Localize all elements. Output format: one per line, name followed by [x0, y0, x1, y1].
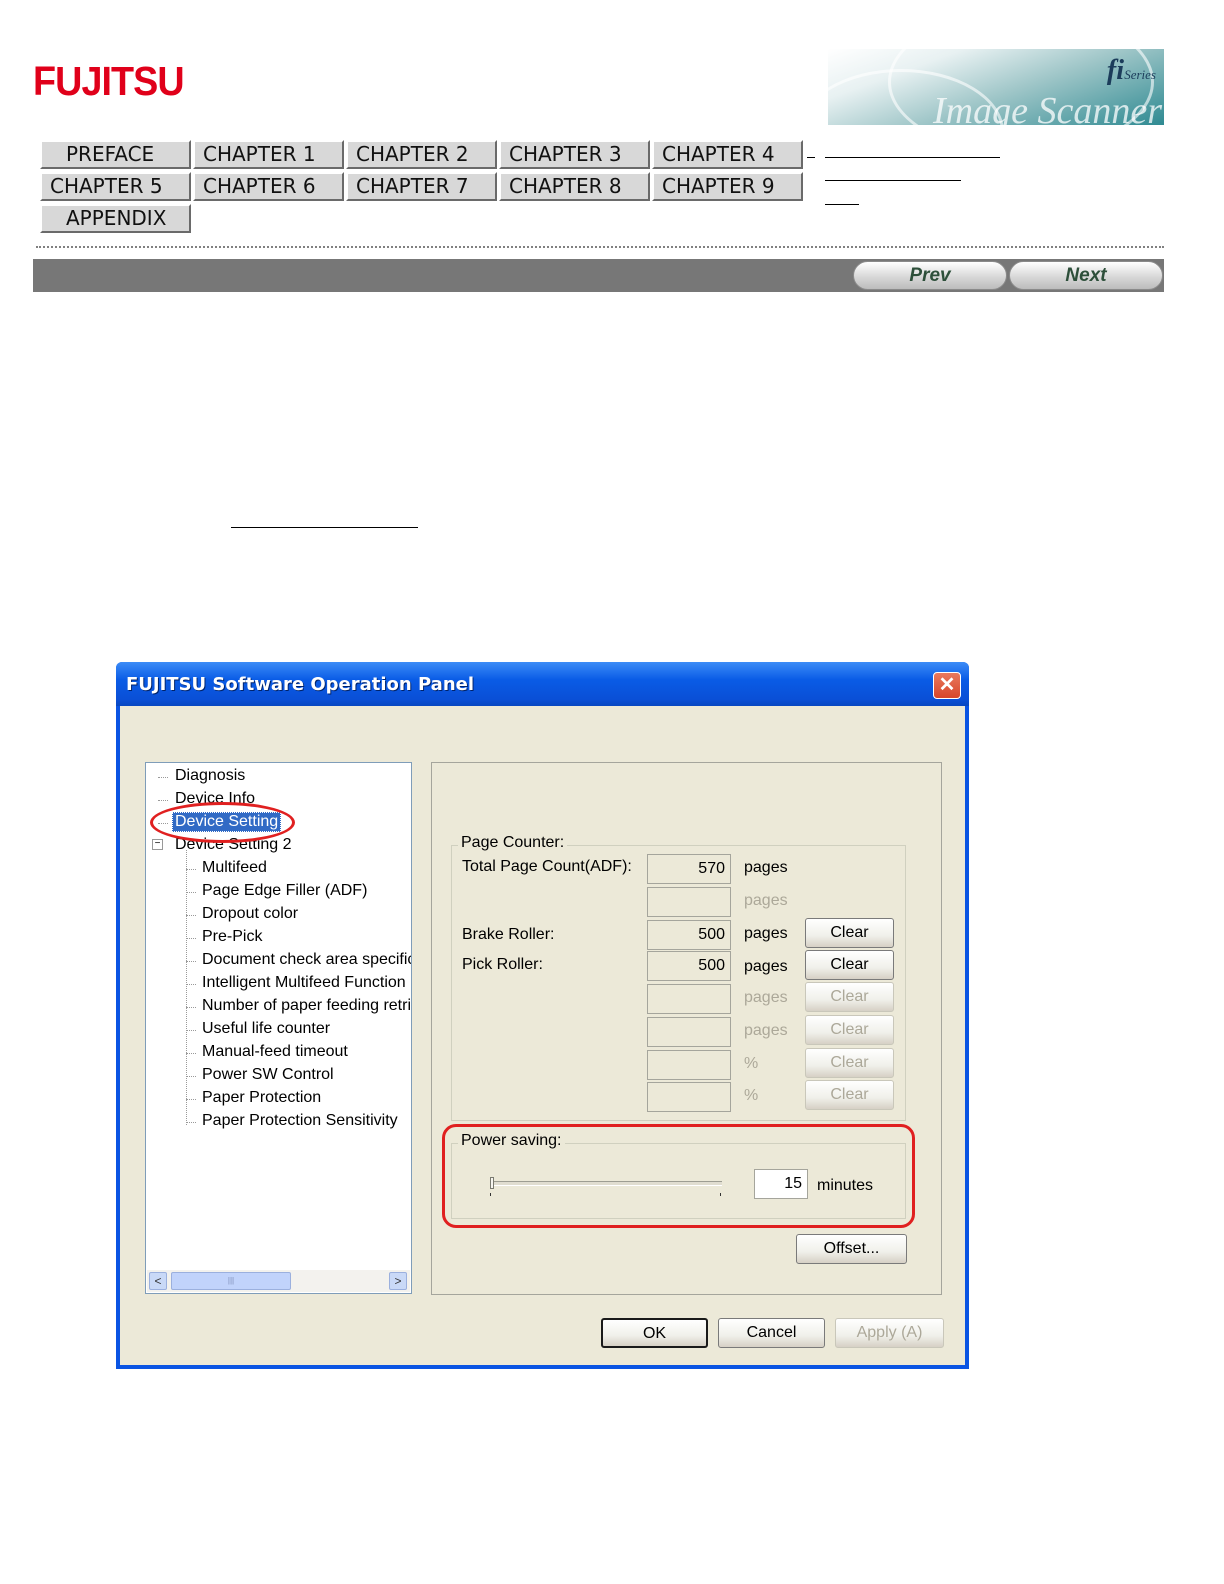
nav-chapter-5[interactable]: CHAPTER 5 — [40, 172, 191, 201]
unit-label: pages — [744, 859, 788, 876]
apply-button: Apply (A) — [835, 1318, 944, 1348]
unit-label: pages — [744, 958, 788, 975]
operation-panel-dialog: FUJITSU Software Operation Panel ✕ Diagn… — [116, 662, 969, 1369]
scroll-thumb[interactable]: ||| — [171, 1272, 291, 1290]
next-button[interactable]: Next — [1009, 261, 1163, 290]
tree-item-diagnosis[interactable]: Diagnosis — [175, 767, 245, 785]
dotted-divider — [36, 246, 1164, 248]
nav-chapter-2[interactable]: CHAPTER 2 — [346, 140, 497, 169]
ok-button[interactable]: OK — [601, 1318, 708, 1348]
nav-preface[interactable]: PREFACE — [40, 140, 191, 169]
tree-child-item[interactable]: Pre-Pick — [202, 928, 262, 946]
nav-chapter-9[interactable]: CHAPTER 9 — [652, 172, 803, 201]
fi-series-banner: fi Series Image Scanner — [828, 49, 1164, 125]
tree-child-item[interactable]: Document check area specific — [202, 951, 411, 969]
total-page-count-label: Total Page Count(ADF): — [462, 858, 632, 875]
tree-horizontal-scrollbar[interactable]: < ||| > — [147, 1270, 410, 1292]
dialog-client-area: Diagnosis Device Info Device Setting − D… — [120, 706, 965, 1365]
cancel-button[interactable]: Cancel — [718, 1318, 825, 1348]
offset-button[interactable]: Offset... — [796, 1234, 907, 1264]
close-icon[interactable]: ✕ — [933, 672, 961, 699]
unit-label: % — [744, 1087, 759, 1104]
banner-fi-mark: fi — [1106, 55, 1124, 86]
pick-roller-label: Pick Roller: — [462, 956, 543, 973]
nav-link-2[interactable] — [825, 180, 961, 181]
counter-field-empty — [647, 1050, 731, 1080]
prev-button[interactable]: Prev — [853, 261, 1007, 290]
nav-chapter-4[interactable]: CHAPTER 4 — [652, 140, 803, 169]
counter-field-empty — [647, 984, 731, 1014]
highlight-box-power-saving — [442, 1124, 915, 1228]
tree-child-item[interactable]: Useful life counter — [202, 1020, 330, 1038]
dialog-titlebar[interactable]: FUJITSU Software Operation Panel ✕ — [116, 662, 969, 706]
counter-field-empty — [647, 1017, 731, 1047]
banner-watermark: Image Scanner — [933, 90, 1162, 125]
scroll-left-icon[interactable]: < — [149, 1272, 167, 1290]
page-counter-label: Page Counter: — [458, 834, 568, 852]
total-page-count-field: 570 — [647, 854, 731, 884]
counter-field-empty — [647, 887, 731, 917]
scroll-right-icon[interactable]: > — [389, 1272, 407, 1290]
nav-link-1[interactable] — [825, 157, 1000, 158]
tree-child-item[interactable]: Power SW Control — [202, 1066, 334, 1084]
clear-pick-roller-button[interactable]: Clear — [805, 950, 894, 980]
pick-roller-field: 500 — [647, 951, 731, 981]
highlight-ring-device-setting — [150, 802, 295, 843]
tree-child-item[interactable]: Manual-feed timeout — [202, 1043, 348, 1061]
dialog-title: FUJITSU Software Operation Panel — [126, 674, 475, 695]
body-link[interactable] — [231, 527, 418, 528]
brake-roller-field: 500 — [647, 920, 731, 950]
nav-chapter-6[interactable]: CHAPTER 6 — [193, 172, 344, 201]
banner-series-label: Series — [1124, 67, 1156, 82]
tree-expander-icon[interactable]: − — [152, 839, 163, 850]
tree-child-item[interactable]: Page Edge Filler (ADF) — [202, 882, 367, 900]
brake-roller-label: Brake Roller: — [462, 926, 555, 943]
unit-label: % — [744, 1055, 759, 1072]
nav-chapter-3[interactable]: CHAPTER 3 — [499, 140, 650, 169]
nav-chapter-8[interactable]: CHAPTER 8 — [499, 172, 650, 201]
unit-label: pages — [744, 925, 788, 942]
tree-child-item[interactable]: Intelligent Multifeed Function — [202, 974, 406, 992]
clear-button-disabled: Clear — [805, 1080, 894, 1110]
tree-child-item[interactable]: Number of paper feeding retrie — [202, 997, 411, 1015]
nav-appendix[interactable]: APPENDIX — [40, 204, 191, 233]
clear-button-disabled: Clear — [805, 1048, 894, 1078]
tree-child-item[interactable]: Paper Protection — [202, 1089, 321, 1107]
tree-child-item[interactable]: Multifeed — [202, 859, 267, 877]
counter-field-empty — [647, 1082, 731, 1112]
nav-link-dash — [807, 157, 815, 158]
clear-button-disabled: Clear — [805, 982, 894, 1012]
pager-bar: Prev Next — [33, 259, 1164, 292]
unit-label: pages — [744, 1022, 788, 1039]
unit-label: pages — [744, 892, 788, 909]
settings-tree[interactable]: Diagnosis Device Info Device Setting − D… — [145, 762, 412, 1294]
nav-chapter-7[interactable]: CHAPTER 7 — [346, 172, 497, 201]
clear-brake-roller-button[interactable]: Clear — [805, 918, 894, 948]
tree-child-item[interactable]: Dropout color — [202, 905, 298, 923]
nav-link-3[interactable] — [825, 204, 859, 205]
nav-chapter-1[interactable]: CHAPTER 1 — [193, 140, 344, 169]
fujitsu-logo: FUJITSU — [33, 58, 185, 104]
unit-label: pages — [744, 989, 788, 1006]
clear-button-disabled: Clear — [805, 1015, 894, 1045]
tree-child-item[interactable]: Paper Protection Sensitivity — [202, 1112, 398, 1130]
